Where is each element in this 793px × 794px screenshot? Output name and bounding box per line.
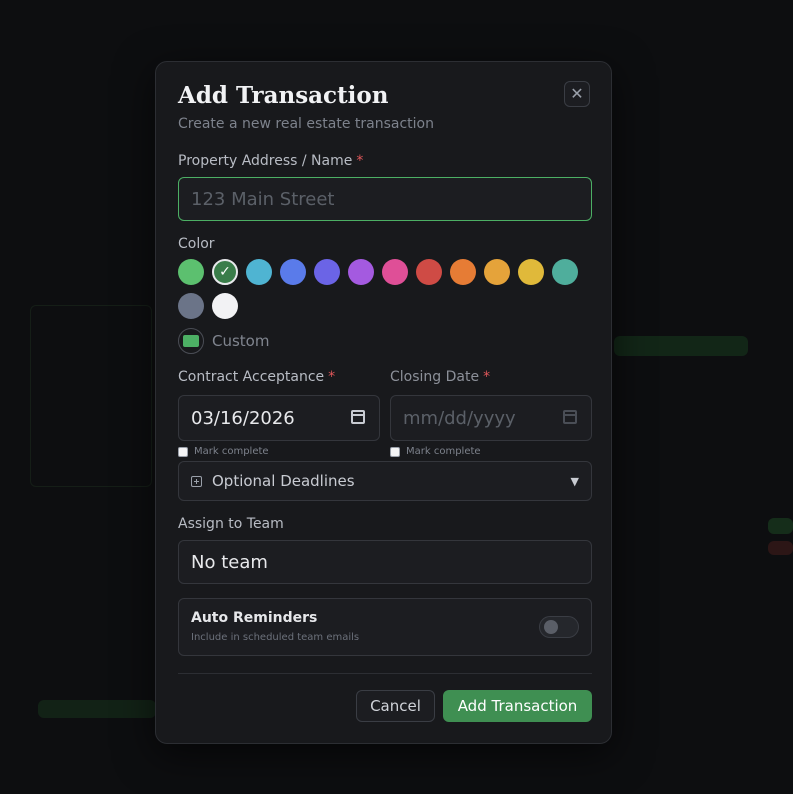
color-swatch[interactable]: ✓ <box>212 259 238 285</box>
chevron-down-icon: ▼ <box>570 474 579 488</box>
contract-label: Contract Acceptance * <box>178 369 335 385</box>
color-swatch[interactable] <box>178 259 204 285</box>
closing-date-input[interactable]: mm/dd/yyyy <box>390 395 592 441</box>
color-swatch[interactable] <box>484 259 510 285</box>
closing-mark-complete[interactable]: Mark complete <box>390 446 481 457</box>
color-swatch[interactable] <box>382 259 408 285</box>
contract-complete-checkbox[interactable] <box>178 446 188 457</box>
color-swatch[interactable] <box>280 259 306 285</box>
contract-date-input[interactable]: 03/16/2026 <box>178 395 380 441</box>
check-icon: ✓ <box>219 264 231 280</box>
background-bar <box>614 336 748 356</box>
contract-mark-complete-label: Mark complete <box>194 446 269 457</box>
add-transaction-dialog: Add Transaction Create a new real estate… <box>155 61 612 744</box>
property-address-placeholder: 123 Main Street <box>191 188 335 210</box>
color-swatch[interactable] <box>246 259 272 285</box>
add-transaction-button[interactable]: Add Transaction <box>443 690 592 722</box>
required-marker: * <box>356 153 364 169</box>
closing-date-placeholder: mm/dd/yyyy <box>403 407 516 429</box>
auto-reminders-title: Auto Reminders <box>191 610 318 626</box>
contract-date-value: 03/16/2026 <box>191 407 295 429</box>
closing-label: Closing Date * <box>390 369 490 385</box>
contract-mark-complete[interactable]: Mark complete <box>178 446 269 457</box>
color-swatch[interactable] <box>416 259 442 285</box>
contract-label-text: Contract Acceptance <box>178 369 325 385</box>
property-label-text: Property Address / Name <box>178 153 353 169</box>
custom-color-label: Custom <box>212 332 270 350</box>
color-swatch[interactable] <box>518 259 544 285</box>
calendar-icon[interactable] <box>563 410 577 424</box>
footer-divider <box>178 673 592 674</box>
optional-deadlines-toggle[interactable]: Optional Deadlines ▼ <box>178 461 592 501</box>
color-swatch[interactable] <box>178 293 204 319</box>
color-swatch[interactable] <box>450 259 476 285</box>
dialog-title: Add Transaction <box>178 82 389 109</box>
auto-reminders-toggle[interactable] <box>539 616 579 638</box>
custom-color-preview <box>183 335 199 347</box>
background-bar <box>38 700 156 718</box>
cancel-button[interactable]: Cancel <box>356 690 435 722</box>
optional-deadlines-label: Optional Deadlines <box>212 472 355 490</box>
custom-color-swatch[interactable] <box>178 328 204 354</box>
required-marker: * <box>328 369 336 385</box>
property-address-input[interactable]: 123 Main Street <box>178 177 592 221</box>
background-bar <box>768 541 793 555</box>
closing-mark-complete-label: Mark complete <box>406 446 481 457</box>
closing-label-text: Closing Date <box>390 369 480 385</box>
calendar-icon[interactable] <box>351 410 365 424</box>
dialog-subtitle: Create a new real estate transaction <box>178 116 434 132</box>
color-swatch[interactable] <box>552 259 578 285</box>
color-label: Color <box>178 236 215 252</box>
close-icon: ✕ <box>570 84 584 103</box>
team-label: Assign to Team <box>178 516 284 532</box>
plus-square-icon <box>191 475 202 487</box>
toggle-knob <box>544 620 558 634</box>
property-label: Property Address / Name * <box>178 153 363 169</box>
closing-complete-checkbox[interactable] <box>390 446 400 457</box>
color-swatch[interactable] <box>348 259 374 285</box>
auto-reminders-subtitle: Include in scheduled team emails <box>191 632 360 643</box>
required-marker: * <box>483 369 491 385</box>
team-select-value: No team <box>191 551 268 573</box>
background-bar <box>768 518 793 534</box>
team-select[interactable]: No team <box>178 540 592 584</box>
color-swatch[interactable] <box>212 293 238 319</box>
close-button[interactable]: ✕ <box>564 81 590 107</box>
color-swatch[interactable] <box>314 259 340 285</box>
auto-reminders-panel: Auto Reminders Include in scheduled team… <box>178 598 592 656</box>
custom-color-option[interactable]: Custom <box>178 328 269 354</box>
background-panel <box>30 305 152 487</box>
